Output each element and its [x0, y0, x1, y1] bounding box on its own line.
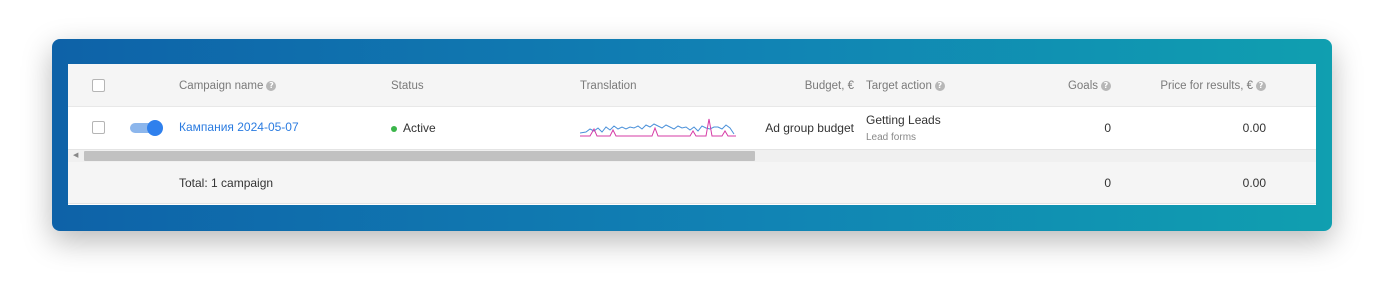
help-icon[interactable]: ? [1101, 80, 1111, 91]
price-cell: 0.00 [1242, 121, 1266, 135]
toggle-knob [147, 120, 163, 136]
status-cell: Active [391, 121, 436, 135]
header-goals[interactable]: Goals? [1068, 80, 1111, 92]
campaign-name-link[interactable]: Кампания 2024-05-07 [179, 120, 299, 134]
help-icon[interactable]: ? [934, 80, 945, 91]
header-goals-label: Goals [1067, 80, 1098, 92]
header-translation[interactable]: Translation [580, 80, 636, 92]
header-target-action[interactable]: Target action? [866, 80, 945, 92]
header-price-for-results[interactable]: Price for results, €? [1160, 80, 1266, 92]
total-goals: 0 [1104, 176, 1111, 190]
header-budget[interactable]: Budget, € [805, 80, 854, 92]
budget-cell: Ad group budget [765, 121, 854, 135]
campaign-table: Campaign name? Status Translation Budget… [68, 64, 1316, 205]
total-row: Total: 1 campaign 0 0.00 [68, 162, 1316, 204]
target-action-cell: Getting Leads [866, 113, 941, 127]
status-dot-icon [391, 125, 397, 132]
header-campaign-name[interactable]: Campaign name? [179, 80, 277, 92]
total-label: Total: 1 campaign [179, 176, 274, 190]
target-action-sub: Lead forms [866, 132, 917, 143]
total-price: 0.00 [1242, 176, 1266, 190]
table-header: Campaign name? Status Translation Budget… [68, 64, 1316, 107]
table-row: Кампания 2024-05-07 Active Ad group budg… [68, 107, 1316, 149]
help-icon[interactable]: ? [1256, 80, 1266, 91]
help-icon[interactable]: ? [266, 80, 277, 91]
goals-cell: 0 [1104, 121, 1111, 135]
select-all-checkbox[interactable] [92, 79, 105, 92]
scrollbar-thumb[interactable] [84, 151, 755, 161]
gradient-frame: Campaign name? Status Translation Budget… [52, 39, 1332, 231]
translation-sparkline[interactable] [580, 115, 736, 143]
caret-left-icon[interactable]: ◀ [73, 151, 78, 159]
campaign-toggle[interactable] [130, 120, 163, 136]
status-label: Active [403, 121, 436, 135]
header-status[interactable]: Status [391, 80, 424, 92]
header-campaign-name-label: Campaign name [179, 80, 264, 92]
row-checkbox[interactable] [92, 121, 105, 134]
horizontal-scrollbar[interactable]: ◀ [68, 149, 1316, 163]
header-target-action-label: Target action [866, 80, 932, 92]
header-price-label: Price for results, € [1160, 80, 1253, 92]
